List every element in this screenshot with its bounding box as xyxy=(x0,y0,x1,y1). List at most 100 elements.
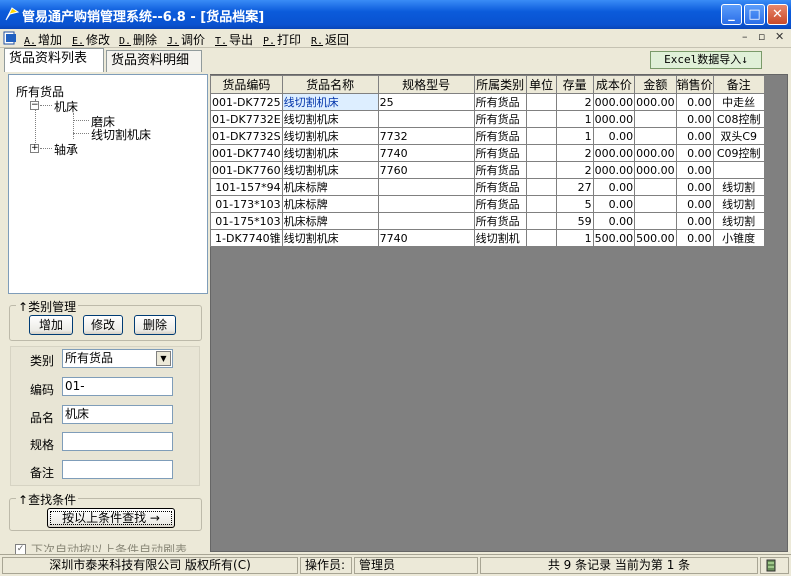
tree-node-wire-cut[interactable]: 线切割机床 xyxy=(91,126,151,143)
table-cell[interactable]: 线切割机 xyxy=(473,229,527,247)
table-row[interactable]: 1-DK7740锥 线切割机床 7740 线切割机 1 500.00 500.00 0.00 小… xyxy=(210,229,765,247)
table-cell[interactable] xyxy=(712,161,765,179)
table-cell[interactable]: 27 xyxy=(555,178,594,196)
table-cell[interactable] xyxy=(525,93,557,111)
table-cell[interactable]: 000.00 xyxy=(634,93,677,111)
table-cell[interactable]: 线切割 xyxy=(712,178,765,196)
table-cell[interactable]: 0.00 xyxy=(675,161,714,179)
table-cell[interactable] xyxy=(525,110,557,128)
table-cell[interactable] xyxy=(525,127,557,145)
category-add-button[interactable]: 增加 xyxy=(29,315,73,335)
menu-return[interactable]: R. 返回 xyxy=(311,31,349,48)
menu-delete[interactable]: D. 删除 xyxy=(119,31,157,48)
table-row[interactable]: 01-DK7732E 线切割机床 所有货品 1 000.00 0.00 C08控制 xyxy=(210,110,765,128)
spec-input[interactable] xyxy=(62,432,173,451)
minimize-button[interactable]: _ xyxy=(721,4,742,25)
table-cell[interactable]: 所有货品 xyxy=(473,127,527,145)
table-cell[interactable]: 59 xyxy=(555,212,594,230)
table-cell[interactable]: 500.00 xyxy=(592,229,636,247)
table-cell[interactable] xyxy=(634,178,677,196)
table-row[interactable]: 001-DK7725 线切割机床 25 所有货品 2 000.00 000.00 0.00 中走… xyxy=(210,93,765,111)
table-cell[interactable]: C09控制 xyxy=(712,144,765,162)
name-input[interactable]: 机床 xyxy=(62,405,173,424)
table-cell[interactable]: 001-DK7760 xyxy=(210,161,283,179)
col-header-category[interactable]: 所属类别 xyxy=(473,75,527,94)
table-cell[interactable]: 机床标牌 xyxy=(281,195,379,213)
table-cell[interactable]: 1 xyxy=(555,127,594,145)
table-cell[interactable]: 0.00 xyxy=(592,195,636,213)
table-cell[interactable]: 000.00 xyxy=(592,110,636,128)
menu-print[interactable]: P. 打印 xyxy=(263,31,301,48)
tree-node-bearing[interactable]: 轴承 xyxy=(54,141,78,158)
table-cell[interactable]: 机床标牌 xyxy=(281,212,379,230)
excel-import-button[interactable]: Excel数据导入↓ xyxy=(650,51,762,69)
col-header-code[interactable]: 货品编码 xyxy=(210,75,283,94)
table-cell[interactable] xyxy=(525,144,557,162)
table-cell[interactable]: 0.00 xyxy=(675,93,714,111)
table-cell[interactable]: 线切割机床 xyxy=(281,229,379,247)
table-cell[interactable] xyxy=(525,212,557,230)
menu-adjust-price[interactable]: J. 调价 xyxy=(167,31,205,48)
table-cell[interactable]: 001-DK7725 xyxy=(210,93,283,111)
col-header-note[interactable]: 备注 xyxy=(712,75,765,94)
col-header-price[interactable]: 销售价 xyxy=(675,75,714,94)
col-header-amount[interactable]: 金额 xyxy=(634,75,677,94)
table-cell[interactable]: 0.00 xyxy=(592,127,636,145)
table-cell[interactable]: 2 xyxy=(555,144,594,162)
table-cell[interactable]: 0.00 xyxy=(592,212,636,230)
table-cell[interactable]: 001-DK7740 xyxy=(210,144,283,162)
table-cell[interactable]: 双头C9 xyxy=(712,127,765,145)
table-cell[interactable]: 所有货品 xyxy=(473,110,527,128)
table-cell[interactable]: 所有货品 xyxy=(473,195,527,213)
mdi-minimize-icon[interactable]: – xyxy=(742,30,748,43)
tab-goods-list[interactable]: 货品资料列表 xyxy=(4,48,104,72)
table-cell[interactable]: 000.00 xyxy=(592,161,636,179)
table-cell[interactable]: 所有货品 xyxy=(473,178,527,196)
table-cell[interactable] xyxy=(634,195,677,213)
menu-edit[interactable]: E. 修改 xyxy=(72,31,110,48)
col-header-stock[interactable]: 存量 xyxy=(555,75,594,94)
table-cell[interactable]: 0.00 xyxy=(675,229,714,247)
table-cell[interactable]: 1-DK7740锥 xyxy=(210,229,283,247)
table-cell[interactable] xyxy=(525,161,557,179)
table-cell[interactable] xyxy=(525,195,557,213)
table-cell[interactable]: 0.00 xyxy=(592,178,636,196)
table-cell[interactable]: 线切割机床 xyxy=(281,110,379,128)
table-row[interactable]: 101-157*94 机床标牌 所有货品 27 0.00 0.00 线切割 xyxy=(210,178,765,196)
table-cell[interactable]: 000.00 xyxy=(634,161,677,179)
table-cell[interactable]: 101-157*94 xyxy=(210,178,283,196)
col-header-cost[interactable]: 成本价 xyxy=(592,75,636,94)
table-cell[interactable] xyxy=(377,195,475,213)
col-header-name[interactable]: 货品名称 xyxy=(281,75,379,94)
maximize-button[interactable]: □ xyxy=(744,4,765,25)
table-cell[interactable]: 0.00 xyxy=(675,212,714,230)
table-cell[interactable]: 线切割机床 xyxy=(281,144,379,162)
table-cell[interactable]: 2 xyxy=(555,161,594,179)
table-row[interactable]: 01-DK7732S 线切割机床 7732 所有货品 1 0.00 0.00 双头C9 xyxy=(210,127,765,145)
table-cell[interactable] xyxy=(377,178,475,196)
search-button[interactable]: 按以上条件查找 → xyxy=(47,508,175,528)
table-cell[interactable]: 线切割机床 xyxy=(281,93,379,111)
table-cell[interactable]: 7760 xyxy=(377,161,475,179)
table-cell[interactable]: 7740 xyxy=(377,144,475,162)
table-cell[interactable]: 1 xyxy=(555,229,594,247)
table-row[interactable]: 001-DK7740 线切割机床 7740 所有货品 2 000.00 000.00 0.00… xyxy=(210,144,765,162)
table-cell[interactable] xyxy=(377,110,475,128)
table-cell[interactable]: 线切割 xyxy=(712,195,765,213)
table-cell[interactable]: 0.00 xyxy=(675,110,714,128)
table-cell[interactable] xyxy=(634,212,677,230)
table-cell[interactable]: 0.00 xyxy=(675,144,714,162)
table-cell[interactable] xyxy=(525,178,557,196)
table-cell[interactable]: 7740 xyxy=(377,229,475,247)
table-cell[interactable]: 0.00 xyxy=(675,127,714,145)
table-cell[interactable]: C08控制 xyxy=(712,110,765,128)
mdi-close-icon[interactable]: ✕ xyxy=(775,30,784,43)
table-cell[interactable]: 000.00 xyxy=(634,144,677,162)
table-cell[interactable]: 01-DK7732S xyxy=(210,127,283,145)
note-input[interactable] xyxy=(62,460,173,479)
table-cell[interactable]: 所有货品 xyxy=(473,161,527,179)
table-cell[interactable]: 7732 xyxy=(377,127,475,145)
category-select[interactable]: 所有货品 ▼ xyxy=(62,349,173,368)
chevron-down-icon[interactable]: ▼ xyxy=(156,351,171,366)
table-cell[interactable]: 线切割 xyxy=(712,212,765,230)
